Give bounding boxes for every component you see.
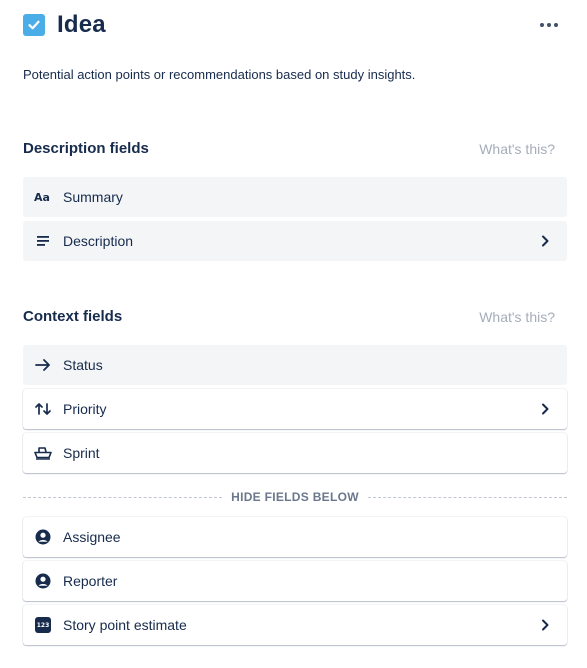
hide-fields-divider: HIDE FIELDS BELOW <box>23 488 567 506</box>
field-label: Story point estimate <box>63 617 187 633</box>
text-lines-icon <box>34 232 52 250</box>
description-fields-header: Description fields What's this? <box>23 140 555 157</box>
page-title: Idea <box>57 11 106 38</box>
section-title: Context fields <box>23 308 123 325</box>
more-horizontal-icon <box>540 23 544 27</box>
whats-this-link[interactable]: What's this? <box>479 309 555 325</box>
checkbox-icon <box>23 14 45 36</box>
chevron-right-icon[interactable] <box>537 617 553 633</box>
priority-arrows-icon <box>34 400 52 418</box>
more-options-button[interactable] <box>537 15 561 35</box>
chevron-right-icon[interactable] <box>537 401 553 417</box>
field-label: Summary <box>63 189 123 205</box>
number-icon: 123 <box>34 616 52 634</box>
user-avatar-icon <box>34 572 52 590</box>
field-label: Sprint <box>63 445 100 461</box>
context-fields-header: Context fields What's this? <box>23 308 555 325</box>
arrow-right-icon <box>34 356 52 374</box>
field-label: Description <box>63 233 134 249</box>
divider-label: HIDE FIELDS BELOW <box>231 490 359 504</box>
whats-this-link[interactable]: What's this? <box>479 141 555 157</box>
field-label: Priority <box>63 401 107 417</box>
field-priority[interactable]: Priority <box>23 389 567 429</box>
issue-type-description: Potential action points or recommendatio… <box>23 67 416 82</box>
chevron-right-icon[interactable] <box>537 233 553 249</box>
user-avatar-icon <box>34 528 52 546</box>
field-label: Reporter <box>63 573 118 589</box>
field-sprint[interactable]: Sprint <box>23 433 567 473</box>
field-story-point-estimate[interactable]: 123 Story point estimate <box>23 605 567 645</box>
text-style-icon: Aa <box>34 188 52 206</box>
sprint-boat-icon <box>34 444 52 462</box>
field-description[interactable]: Description <box>23 221 567 261</box>
field-assignee[interactable]: Assignee <box>23 517 567 557</box>
field-summary[interactable]: Aa Summary <box>23 177 567 217</box>
svg-text:Aa: Aa <box>34 191 50 204</box>
field-label: Status <box>63 357 103 373</box>
issue-type-header: Idea <box>23 11 567 39</box>
section-title: Description fields <box>23 140 149 157</box>
field-label: Assignee <box>63 529 121 545</box>
field-reporter[interactable]: Reporter <box>23 561 567 601</box>
field-status[interactable]: Status <box>23 345 567 385</box>
